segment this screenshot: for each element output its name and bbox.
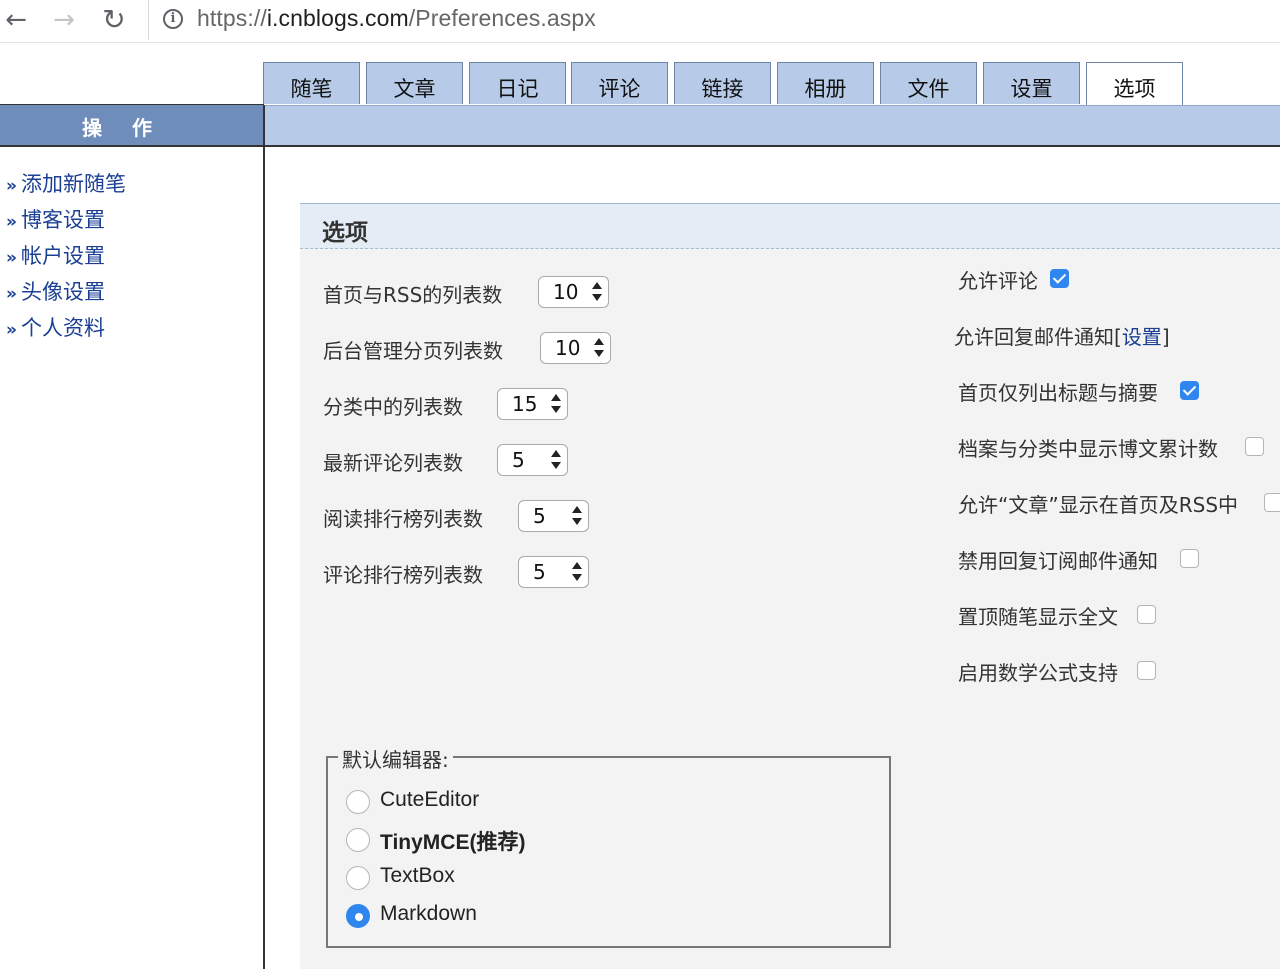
check-label: 允许评论 — [958, 269, 1038, 293]
sidebar-link-avatar-settings[interactable]: » 头像设置 — [6, 276, 126, 312]
bracket: [ — [1114, 325, 1122, 349]
radio-button[interactable] — [346, 790, 370, 814]
radio-label: Markdown — [380, 902, 477, 925]
select-label: 分类中的列表数 — [323, 395, 463, 419]
select-label: 首页与RSS的列表数 — [323, 283, 503, 307]
browser-address-bar: ← → ↻ i https://i.cnblogs.com/Preference… — [0, 0, 1280, 43]
radio-label: TinyMCE(推荐) — [380, 831, 526, 854]
select-value: 10 — [553, 280, 579, 304]
show-post-count-checkbox[interactable] — [1245, 437, 1264, 456]
tab-articles[interactable]: 文章 — [366, 62, 463, 104]
category-count-select[interactable]: 15 — [497, 388, 568, 420]
radio-button[interactable] — [346, 828, 370, 852]
url-scheme: https:// — [197, 5, 267, 31]
check-label: 允许“文章”显示在首页及RSS中 — [958, 493, 1239, 517]
select-value: 15 — [512, 392, 538, 416]
tab-files[interactable]: 文件 — [880, 62, 977, 104]
select-label: 后台管理分页列表数 — [323, 339, 503, 363]
tab-settings[interactable]: 设置 — [983, 62, 1080, 104]
radio-label: TextBox — [380, 864, 455, 887]
comment-rank-count-select[interactable]: 5 — [518, 556, 589, 588]
sidebar-link-label: 头像设置 — [20, 280, 105, 304]
url-text: https://i.cnblogs.com/Preferences.aspx — [197, 5, 596, 32]
radio-button-selected[interactable] — [346, 904, 370, 928]
tab-posts[interactable]: 随笔 — [263, 62, 360, 104]
select-label: 最新评论列表数 — [323, 451, 463, 475]
pinned-full-text-checkbox[interactable] — [1137, 605, 1156, 624]
tab-options[interactable]: 选项 — [1086, 62, 1183, 106]
homepage-rss-count-select[interactable]: 10 — [538, 276, 609, 308]
tab-comments[interactable]: 评论 — [571, 62, 668, 104]
sidebar-link-label: 添加新随笔 — [20, 172, 126, 196]
check-label: 禁用回复订阅邮件通知 — [958, 549, 1158, 573]
math-formula-checkbox[interactable] — [1137, 661, 1156, 680]
reload-icon[interactable]: ↻ — [96, 2, 132, 38]
tab-album[interactable]: 相册 — [777, 62, 874, 104]
tab-links[interactable]: 链接 — [674, 62, 771, 104]
divider — [0, 145, 1280, 147]
admin-page-count-select[interactable]: 10 — [540, 332, 611, 364]
reply-email-notify-label: 允许回复邮件通知[设置] — [954, 321, 1170, 350]
sidebar-divider — [263, 105, 265, 969]
panel-header: 选项 — [300, 203, 1280, 249]
select-value: 5 — [533, 504, 546, 528]
sidebar-link-new-post[interactable]: » 添加新随笔 — [6, 168, 126, 204]
chevron-right-icon: » — [6, 248, 17, 268]
radio-label: CuteEditor — [380, 788, 480, 811]
tab-diary[interactable]: 日记 — [469, 62, 566, 104]
url-host: i.cnblogs.com — [266, 5, 409, 31]
check-label: 允许回复邮件通知 — [954, 325, 1114, 349]
url-path: /Preferences.aspx — [408, 5, 596, 31]
default-editor-legend: 默认编辑器: — [338, 744, 453, 773]
select-label: 阅读排行榜列表数 — [323, 507, 483, 531]
sidebar-link-account-settings[interactable]: » 帐户设置 — [6, 240, 126, 276]
chevron-right-icon: » — [6, 212, 17, 232]
site-info-icon[interactable]: i — [163, 9, 183, 29]
select-value: 10 — [555, 336, 581, 360]
select-label: 评论排行榜列表数 — [323, 563, 483, 587]
sidebar-header: 操作 — [0, 105, 264, 145]
reply-email-settings-link[interactable]: 设置 — [1122, 325, 1162, 349]
sidebar-link-profile[interactable]: » 个人资料 — [6, 312, 126, 348]
chevron-right-icon: » — [6, 284, 17, 304]
check-label: 档案与分类中显示博文累计数 — [958, 437, 1218, 461]
select-value: 5 — [533, 560, 546, 584]
sidebar-link-label: 个人资料 — [20, 316, 105, 340]
radio-button[interactable] — [346, 866, 370, 890]
sidebar-links: » 添加新随笔 » 博客设置 » 帐户设置 » 头像设置 » 个人资料 — [6, 168, 126, 348]
page-title: 选项 — [322, 220, 368, 246]
check-label: 启用数学公式支持 — [958, 661, 1118, 685]
check-label: 首页仅列出标题与摘要 — [958, 381, 1158, 405]
articles-on-homepage-checkbox[interactable] — [1264, 493, 1280, 512]
toolbar-band — [264, 105, 1280, 145]
bracket: ] — [1161, 325, 1170, 349]
back-arrow-icon[interactable]: ← — [0, 2, 34, 38]
recent-comments-count-select[interactable]: 5 — [497, 444, 568, 476]
sidebar-link-label: 博客设置 — [20, 208, 105, 232]
forward-arrow-icon[interactable]: → — [46, 2, 82, 38]
chevron-right-icon: » — [6, 176, 17, 196]
url-field[interactable]: i https://i.cnblogs.com/Preferences.aspx — [148, 0, 1280, 40]
allow-comments-checkbox[interactable] — [1050, 269, 1069, 288]
sidebar-link-label: 帐户设置 — [20, 244, 105, 268]
chevron-right-icon: » — [6, 320, 17, 340]
check-label: 置顶随笔显示全文 — [958, 605, 1118, 629]
summary-only-checkbox[interactable] — [1180, 381, 1199, 400]
sidebar-link-blog-settings[interactable]: » 博客设置 — [6, 204, 126, 240]
read-rank-count-select[interactable]: 5 — [518, 500, 589, 532]
select-value: 5 — [512, 448, 525, 472]
disable-reply-subscription-checkbox[interactable] — [1180, 549, 1199, 568]
